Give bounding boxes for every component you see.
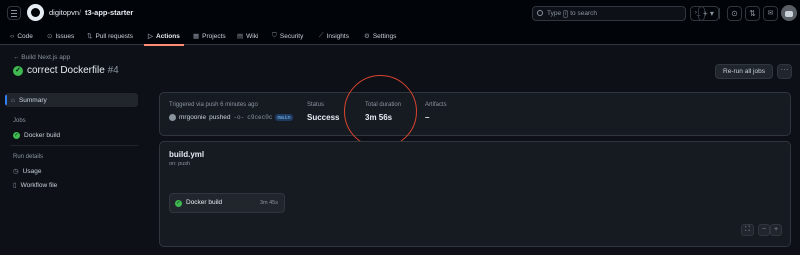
tab-projects[interactable]: ▦ Projects: [193, 27, 226, 45]
workflow-file-name: build.yml: [169, 150, 205, 159]
trigger-actor: mrgoonie pushed -o- c9cec0c main: [169, 114, 293, 121]
more-options-icon[interactable]: ···: [777, 64, 792, 79]
hamburger-menu-icon[interactable]: [7, 6, 21, 20]
sidebar-divider: [10, 145, 138, 146]
actor-action: pushed: [209, 114, 231, 121]
search-shortcut-key: /: [562, 10, 569, 18]
branch-badge[interactable]: main: [275, 114, 293, 121]
tab-label: Pull requests: [95, 32, 134, 40]
artifacts-label: Artifacts: [425, 102, 447, 108]
sidebar-item-label: Usage: [22, 167, 42, 175]
zoom-out-button[interactable]: −: [758, 224, 770, 236]
tab-label: Issues: [55, 32, 75, 40]
tab-settings[interactable]: ⚙ Settings: [364, 27, 396, 45]
job-node-duration: 3m 45s: [259, 200, 278, 206]
tab-wiki[interactable]: ▤ Wiki: [237, 27, 258, 45]
shield-icon: ⛉: [272, 32, 277, 39]
breadcrumb-separator: /: [79, 8, 82, 17]
tab-label: Security: [279, 32, 304, 40]
success-check-icon: ✓: [175, 200, 182, 207]
run-number: #4: [107, 65, 119, 76]
tab-label: Wiki: [246, 32, 259, 40]
table-icon: ▦: [193, 33, 200, 40]
status-value: Success: [307, 113, 340, 122]
tab-label: Projects: [202, 32, 226, 40]
job-node-docker-build[interactable]: ✓ Docker build 3m 45s: [169, 193, 285, 213]
github-logo-icon[interactable]: [27, 4, 44, 21]
tab-label: Code: [17, 32, 33, 40]
breadcrumb-repo[interactable]: t3-app-starter: [85, 8, 133, 17]
tab-code[interactable]: ‹› Code: [10, 27, 33, 45]
zoom-in-button[interactable]: +: [770, 224, 782, 236]
run-details-heading: Run details: [13, 154, 44, 160]
fullscreen-icon[interactable]: ⛶: [741, 224, 754, 236]
annotation-circle: [344, 75, 417, 148]
rerun-all-jobs-button[interactable]: Re-run all jobs: [715, 64, 773, 79]
sidebar-item-summary[interactable]: ⌂ Summary: [5, 93, 138, 107]
tab-pull-requests[interactable]: ⇅ Pull requests: [87, 27, 133, 45]
issue-icon: ⊙: [47, 33, 53, 40]
status-label: Status: [307, 102, 325, 108]
actor-name[interactable]: mrgoonie: [179, 114, 206, 121]
tab-label: Actions: [156, 32, 180, 40]
tab-actions[interactable]: ▷ Actions: [144, 27, 184, 46]
sidebar-item-label: Workflow file: [20, 181, 58, 189]
commit-sha[interactable]: c9cec0c: [247, 114, 272, 121]
actor-avatar: [169, 114, 176, 121]
artifacts-value: –: [425, 113, 430, 122]
code-icon: ‹›: [10, 32, 15, 40]
run-title: correct Dockerfile: [27, 65, 105, 76]
file-icon: ▯: [13, 182, 17, 189]
search-icon: [537, 10, 543, 16]
tab-label: Settings: [372, 32, 397, 40]
global-header: digitopvn / t3-app-starter Type / to sea…: [0, 0, 800, 27]
sidebar-item-usage[interactable]: ◷ Usage: [7, 165, 41, 177]
book-icon: ▤: [237, 33, 244, 40]
inbox-icon[interactable]: ✉: [763, 6, 778, 21]
user-avatar[interactable]: [781, 5, 797, 21]
tab-security[interactable]: ⛉ Security: [272, 27, 303, 45]
back-to-workflow-link[interactable]: ← Build Next.js app: [13, 54, 70, 61]
success-check-icon: ✓: [13, 131, 20, 139]
success-check-icon: ✓: [13, 66, 23, 76]
graph-icon: ⟋: [319, 32, 324, 39]
pull-request-icon: ⇅: [87, 33, 93, 40]
tab-insights[interactable]: ⟋ Insights: [319, 27, 349, 45]
sidebar-item-label: Summary: [18, 96, 47, 104]
pull-requests-icon[interactable]: ⇅: [745, 6, 760, 21]
tab-label: Insights: [326, 32, 349, 40]
breadcrumb-owner[interactable]: digitopvn: [49, 8, 79, 17]
workflow-trigger: on: push: [169, 161, 191, 167]
create-new-icon[interactable]: + ▾: [698, 6, 719, 21]
repo-nav: ‹› Code ⊙ Issues ⇅ Pull requests ▷ Actio…: [0, 27, 800, 46]
job-node-label: Docker build: [186, 199, 223, 206]
tab-issues[interactable]: ⊙ Issues: [47, 27, 74, 45]
gear-icon: ⚙: [364, 33, 370, 40]
sidebar-item-label: Docker build: [24, 131, 61, 139]
home-icon: ⌂: [11, 96, 15, 104]
search-placeholder: Type / to search: [547, 10, 597, 18]
sidebar-item-workflow-file[interactable]: ▯ Workflow file: [7, 179, 57, 191]
trigger-text: Triggered via push 6 minutes ago: [169, 102, 258, 108]
search-input[interactable]: Type / to search: [532, 6, 686, 21]
stopwatch-icon: ◷: [13, 168, 19, 175]
header-divider: [719, 8, 720, 19]
jobs-heading: Jobs: [13, 118, 26, 124]
page-title: correct Dockerfile #4: [27, 65, 119, 76]
sidebar-item-docker-build[interactable]: ✓ Docker build: [7, 129, 60, 141]
issues-icon[interactable]: ⊙: [727, 6, 742, 21]
commit-icon: -o-: [233, 114, 245, 121]
play-icon: ▷: [148, 33, 153, 40]
